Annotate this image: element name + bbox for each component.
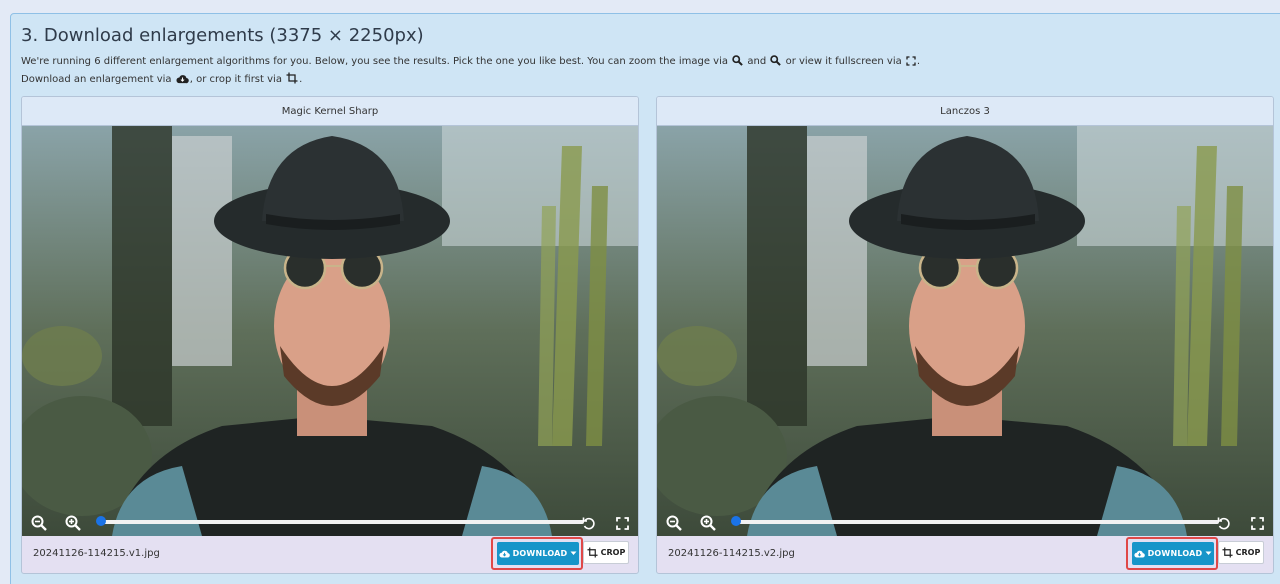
zoom-out-icon (666, 515, 682, 531)
fullscreen-button[interactable] (611, 512, 633, 534)
crop-icon (286, 72, 298, 90)
download-highlight: DOWNLOAD (1126, 537, 1218, 570)
crop-button[interactable]: CROP (1218, 541, 1264, 564)
desc-text-and: and (747, 56, 767, 67)
zoom-out-icon (31, 515, 47, 531)
zoom-slider-track[interactable] (733, 520, 1219, 524)
crop-icon (1222, 547, 1233, 558)
reset-button[interactable] (1213, 512, 1235, 534)
caret-down-icon (1205, 551, 1212, 555)
zoom-slider-knob[interactable] (96, 516, 106, 526)
result-panel-2: Lanczos 3 20241126-114215.v2.jpg DOWNLOA… (656, 96, 1274, 574)
result-panel-1: Magic Kernel Sharp 20241126-114215.v1.jp… (21, 96, 639, 574)
desc-text-4: , or crop it first via (189, 74, 282, 85)
cloud-download-icon (498, 550, 510, 558)
image-controls (22, 509, 638, 536)
fullscreen-button[interactable] (1246, 512, 1268, 534)
download-button[interactable]: DOWNLOAD (497, 542, 579, 565)
section-title: 3. Download enlargements (3375 × 2250px) (21, 25, 424, 46)
zoom-in-icon (700, 515, 716, 531)
download-label: DOWNLOAD (1147, 549, 1203, 558)
reset-icon (1217, 517, 1230, 530)
image-controls (657, 509, 1273, 536)
fullscreen-icon (906, 56, 916, 72)
reset-button[interactable] (578, 512, 600, 534)
desc-text-1: We're running 6 different enlargement al… (21, 56, 728, 67)
fullscreen-icon (1250, 516, 1264, 530)
cloud-download-icon (176, 74, 189, 90)
portrait-photo (657, 126, 1273, 536)
file-name: 20241126-114215.v2.jpg (668, 548, 795, 559)
download-enlargements-section: 3. Download enlargements (3375 × 2250px)… (10, 13, 1280, 584)
fullscreen-icon (615, 516, 629, 530)
zoom-in-button[interactable] (62, 512, 84, 534)
zoom-out-icon (732, 55, 743, 72)
portrait-photo (22, 126, 638, 536)
zoom-slider-track[interactable] (98, 520, 584, 524)
zoom-slider-knob[interactable] (731, 516, 741, 526)
zoom-out-button[interactable] (663, 512, 685, 534)
reset-icon (582, 517, 595, 530)
caret-down-icon (570, 551, 577, 555)
panel-title: Magic Kernel Sharp (22, 97, 638, 126)
zoom-in-icon (770, 55, 782, 72)
enlarged-image[interactable] (22, 126, 638, 536)
panel-title: Lanczos 3 (657, 97, 1273, 126)
download-button[interactable]: DOWNLOAD (1132, 542, 1214, 565)
crop-button[interactable]: CROP (583, 541, 629, 564)
desc-text-3: Download an enlargement via (21, 74, 172, 85)
crop-icon (587, 547, 598, 558)
crop-label: CROP (1235, 548, 1261, 557)
enlarged-image[interactable] (657, 126, 1273, 536)
cloud-download-icon (1133, 550, 1145, 558)
crop-label: CROP (600, 548, 626, 557)
download-highlight: DOWNLOAD (491, 537, 583, 570)
desc-end: . (299, 74, 303, 85)
zoom-in-button[interactable] (697, 512, 719, 534)
zoom-in-icon (65, 515, 81, 531)
zoom-out-button[interactable] (28, 512, 50, 534)
file-name: 20241126-114215.v1.jpg (33, 548, 160, 559)
section-description: We're running 6 different enlargement al… (21, 54, 1261, 90)
desc-text-2: or view it fullscreen via (785, 56, 902, 67)
desc-period: . (916, 56, 921, 67)
download-label: DOWNLOAD (512, 549, 568, 558)
